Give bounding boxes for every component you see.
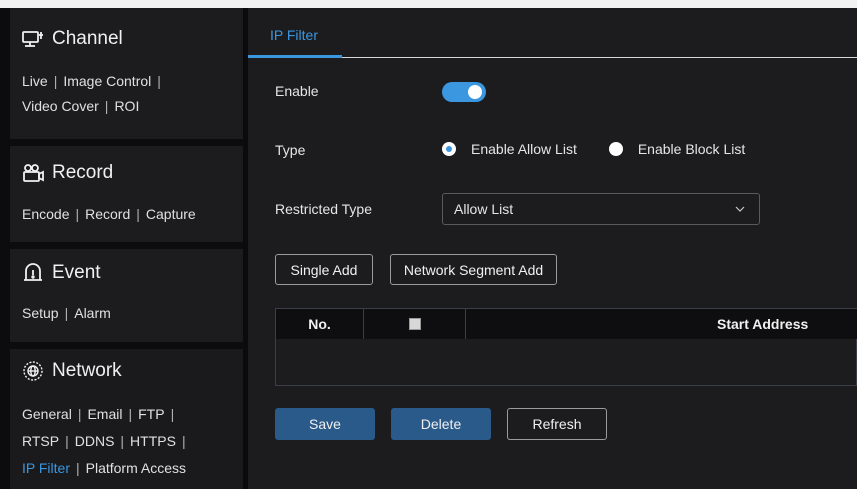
sidebar-item-record[interactable]: Record xyxy=(85,206,130,222)
network-segment-add-button[interactable]: Network Segment Add xyxy=(390,254,557,285)
sidebar-item-image-control[interactable]: Image Control xyxy=(63,73,151,89)
toggle-knob xyxy=(468,85,482,99)
sidebar-header-channel[interactable]: Channel xyxy=(10,25,243,53)
sidebar-item-email[interactable]: Email xyxy=(87,406,122,422)
type-radio-group: Enable Allow List Enable Block List xyxy=(442,141,745,157)
column-header-select xyxy=(364,309,466,339)
ip-filter-table: No. Start Address xyxy=(275,308,857,386)
sidebar-item-ddns[interactable]: DDNS xyxy=(75,433,115,449)
monitor-icon xyxy=(22,28,44,50)
radio-label: Enable Allow List xyxy=(471,141,577,157)
column-header-start-address: Start Address xyxy=(717,316,809,332)
sidebar-item-roi[interactable]: ROI xyxy=(114,98,139,114)
sidebar-header-record[interactable]: Record xyxy=(10,159,243,187)
radio-enable-block-list[interactable]: Enable Block List xyxy=(608,141,746,157)
sidebar-item-rtsp[interactable]: RTSP xyxy=(22,433,59,449)
sidebar-item-ftp[interactable]: FTP xyxy=(138,406,164,422)
globe-icon xyxy=(22,360,44,382)
video-camera-icon xyxy=(22,162,44,184)
restricted-type-select[interactable]: Allow List xyxy=(442,193,760,225)
delete-button[interactable]: Delete xyxy=(391,408,491,440)
sidebar-header-label: Event xyxy=(52,262,101,283)
type-label: Type xyxy=(275,142,306,158)
record-links: Encode | Record | Capture xyxy=(22,206,196,222)
refresh-button[interactable]: Refresh xyxy=(507,408,607,440)
radio-dot xyxy=(608,142,623,156)
sidebar: Channel Live | Image Control | Video Cover |… xyxy=(0,8,243,489)
sidebar-item-video-cover[interactable]: Video Cover xyxy=(22,98,99,114)
enable-toggle[interactable] xyxy=(442,82,486,102)
network-links: General | Email | FTP | RTSP | DDNS | HTTPS | IP F… xyxy=(22,406,186,476)
sidebar-header-network[interactable]: Network xyxy=(10,357,243,385)
event-links: Setup | Alarm xyxy=(22,305,111,321)
sidebar-header-label: Network xyxy=(52,360,122,381)
table-body-empty xyxy=(276,339,856,385)
sidebar-item-https[interactable]: HTTPS xyxy=(130,433,176,449)
sidebar-section-event: Event Setup | Alarm xyxy=(10,249,243,342)
main-panel: IP Filter Enable Type Enable Allow List … xyxy=(248,8,857,489)
sidebar-item-encode[interactable]: Encode xyxy=(22,206,69,222)
channel-links: Live | Image Control | Video Cover | ROI xyxy=(22,73,161,114)
column-header-no: No. xyxy=(276,309,364,339)
sidebar-item-live[interactable]: Live xyxy=(22,73,48,89)
tab-bar: IP Filter xyxy=(248,8,857,58)
sidebar-section-channel: Channel Live | Image Control | Video Cover |… xyxy=(10,8,243,139)
tab-ip-filter[interactable]: IP Filter xyxy=(248,8,342,58)
single-add-button[interactable]: Single Add xyxy=(275,254,373,285)
enable-label: Enable xyxy=(275,83,319,99)
sidebar-item-setup[interactable]: Setup xyxy=(22,305,59,321)
sidebar-item-capture[interactable]: Capture xyxy=(146,206,196,222)
sidebar-header-label: Record xyxy=(52,162,114,183)
select-value: Allow List xyxy=(454,201,514,217)
sidebar-header-label: Channel xyxy=(52,28,123,49)
sidebar-item-alarm[interactable]: Alarm xyxy=(74,305,111,321)
alarm-icon xyxy=(22,262,44,284)
sidebar-section-network: Network General | Email | FTP | RTSP | DDNS | HTT… xyxy=(10,349,243,489)
sidebar-header-event[interactable]: Event xyxy=(10,259,243,287)
radio-label: Enable Block List xyxy=(637,141,746,157)
top-strip xyxy=(0,0,857,8)
radio-enable-allow-list[interactable]: Enable Allow List xyxy=(442,141,577,157)
sidebar-item-general[interactable]: General xyxy=(22,406,72,422)
restricted-type-label: Restricted Type xyxy=(275,201,373,217)
radio-dot-selected xyxy=(442,142,456,156)
sidebar-item-platform-access[interactable]: Platform Access xyxy=(86,460,186,476)
tab-underline xyxy=(248,55,342,58)
select-all-checkbox[interactable] xyxy=(408,318,421,330)
sidebar-section-record: Record Encode | Record | Capture xyxy=(10,146,243,242)
chevron-down-icon xyxy=(735,206,745,212)
save-button[interactable]: Save xyxy=(275,408,375,440)
table-header: No. Start Address xyxy=(276,309,857,339)
sidebar-item-ip-filter[interactable]: IP Filter xyxy=(22,460,70,476)
